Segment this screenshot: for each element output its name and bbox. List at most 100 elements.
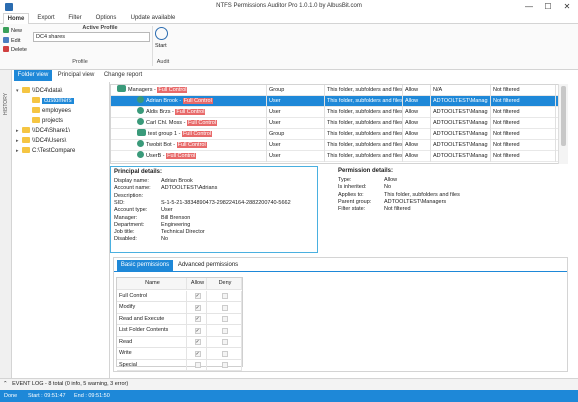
search-icon[interactable] — [155, 27, 168, 40]
principal-cell: test group 1 - Full Control — [111, 129, 267, 140]
deny-checkbox[interactable] — [222, 316, 228, 323]
menu-filter[interactable]: Filter — [63, 13, 87, 24]
scrollbar-thumb[interactable] — [561, 86, 566, 146]
allow-cell: ✓ — [187, 302, 207, 314]
permission-field: Is inherited: No — [338, 184, 538, 191]
tab-basic-permissions[interactable]: Basic permissions — [117, 260, 173, 271]
new-button[interactable]: New — [3, 27, 22, 36]
menu-update-available[interactable]: Update available — [127, 13, 179, 24]
allow-checkbox[interactable]: ✓ — [194, 327, 201, 334]
menu-home[interactable]: Home — [3, 13, 29, 24]
close-button[interactable]: ✕ — [558, 1, 576, 12]
grid-row[interactable]: UserB - Full Control User This folder, sub… — [111, 151, 567, 162]
user-icon — [137, 118, 144, 125]
maximize-button[interactable]: ☐ — [539, 1, 557, 12]
folder-icon — [22, 127, 30, 133]
filter-cell: Not filtered — [491, 107, 556, 118]
allow-checkbox[interactable]: ✓ — [194, 304, 201, 311]
tree-node-label: projects — [42, 118, 64, 124]
allow-cell: ✓ — [187, 290, 207, 302]
user-icon — [137, 151, 144, 158]
tab-principal-view[interactable]: Principal view — [54, 70, 98, 81]
grid-row[interactable]: Managers - Full Control Group This folder,… — [111, 85, 567, 96]
access-cell: Allow — [403, 151, 431, 162]
folder-icon — [32, 97, 40, 103]
field-value: Technical Director — [161, 229, 205, 236]
profile-select[interactable]: DC4 shares — [33, 32, 150, 42]
principal-cell: Carl Chl. Moss - Full Control — [111, 118, 267, 129]
grid-scrollbar[interactable] — [558, 84, 568, 164]
permission-name: List Folder Contents — [117, 325, 187, 337]
menu-options[interactable]: Options — [91, 13, 121, 24]
tab-folder-view[interactable]: Folder view — [14, 70, 52, 81]
delete-icon — [3, 46, 9, 52]
principal-details-panel: Principal details: Display name: Adrian B… — [110, 166, 318, 253]
filter-cell: Not filtered — [491, 96, 556, 107]
deny-cell — [207, 290, 242, 302]
principal-name: Twobit Bot - — [146, 142, 177, 148]
allow-checkbox[interactable]: ✓ — [194, 339, 201, 346]
principal-field: Account type: User — [114, 207, 314, 214]
history-sidebar[interactable]: HISTORY — [0, 70, 12, 378]
deny-checkbox[interactable] — [222, 304, 228, 311]
grid-row[interactable]: test group 1 - Full Control Group This fol… — [111, 129, 567, 140]
allow-checkbox[interactable]: ✓ — [194, 350, 201, 357]
event-log-bar[interactable]: ⌃ EVENT LOG - 8 total (0 info, 5 warning… — [0, 378, 578, 390]
menu-bar: Home Export Filter Options Update availa… — [0, 13, 578, 24]
tree-node-label: \\DC4\Users\ — [32, 138, 67, 144]
access-cell: Allow — [403, 107, 431, 118]
minimize-button[interactable]: — — [520, 1, 538, 12]
user-icon — [137, 107, 144, 114]
allow-checkbox[interactable]: ✓ — [194, 316, 201, 323]
allow-checkbox[interactable] — [194, 362, 201, 369]
grid-row[interactable]: Twobit Bot - Full Control User This folder… — [111, 140, 567, 151]
principal-field: Disabled: No — [114, 236, 314, 243]
deny-checkbox[interactable] — [222, 339, 228, 346]
tree-node[interactable]: customers — [26, 96, 74, 106]
tree-node[interactable]: ▸ C:\TestCompare — [16, 146, 75, 156]
principal-field: SID: S-1-5-21-3834890473-298224164-288220… — [114, 200, 314, 207]
tab-change-report[interactable]: Change report — [100, 70, 146, 81]
group-icon — [137, 129, 146, 136]
folder-icon — [22, 87, 30, 93]
profile-group-label: Profile — [72, 59, 88, 65]
allow-checkbox[interactable]: ✓ — [194, 293, 201, 300]
grid-row[interactable]: Carl Chl. Moss - Full Control User This fo… — [111, 118, 567, 129]
principal-field: Description: — [114, 193, 314, 200]
allow-cell — [187, 359, 207, 371]
permission-name: Write — [117, 348, 187, 360]
allow-cell: ✓ — [187, 348, 207, 360]
status-state: Done — [4, 393, 18, 399]
field-label: Disabled: — [114, 236, 137, 243]
deny-cell — [207, 302, 242, 314]
allow-cell: ✓ — [187, 313, 207, 325]
grid-row[interactable]: Aldis Brzs - Full Control User This folder… — [111, 107, 567, 118]
principal-heading: Principal details: — [114, 169, 163, 175]
tab-advanced-permissions[interactable]: Advanced permissions — [175, 260, 241, 271]
deny-checkbox[interactable] — [222, 362, 228, 369]
deny-checkbox[interactable] — [222, 293, 228, 300]
tree-node[interactable]: ▸ \\DC4\Share1\ — [16, 126, 70, 136]
tree-node[interactable]: ▾ \\DC4\data\ — [16, 86, 62, 96]
deny-checkbox[interactable] — [222, 350, 228, 357]
menu-export[interactable]: Export — [33, 13, 59, 24]
permission-name: Special — [117, 359, 187, 371]
chevron-up-icon: ⌃ — [3, 381, 8, 387]
field-label: Account name: — [114, 185, 151, 192]
tree-node[interactable]: employees — [26, 106, 71, 116]
field-value: No — [161, 236, 169, 243]
deny-checkbox[interactable] — [222, 327, 228, 334]
full-control-badge: Full Control — [176, 142, 207, 148]
field-label: Filter state: — [338, 206, 366, 213]
delete-button[interactable]: Delete — [3, 46, 27, 55]
field-value: No — [384, 184, 392, 191]
tree-node[interactable]: projects — [26, 116, 63, 126]
permission-name: Full Control — [117, 290, 187, 302]
principal-name: test group 1 - — [148, 131, 182, 137]
field-value: Not filtered — [384, 206, 411, 213]
start-button[interactable]: Start — [155, 42, 167, 51]
edit-button[interactable]: Edit — [3, 37, 20, 46]
grid-row[interactable]: Adrian Brook - Full Control User This fold… — [111, 96, 567, 107]
tree-node-label: C:\TestCompare — [32, 148, 76, 154]
tree-node[interactable]: ▸ \\DC4\Users\ — [16, 136, 66, 146]
